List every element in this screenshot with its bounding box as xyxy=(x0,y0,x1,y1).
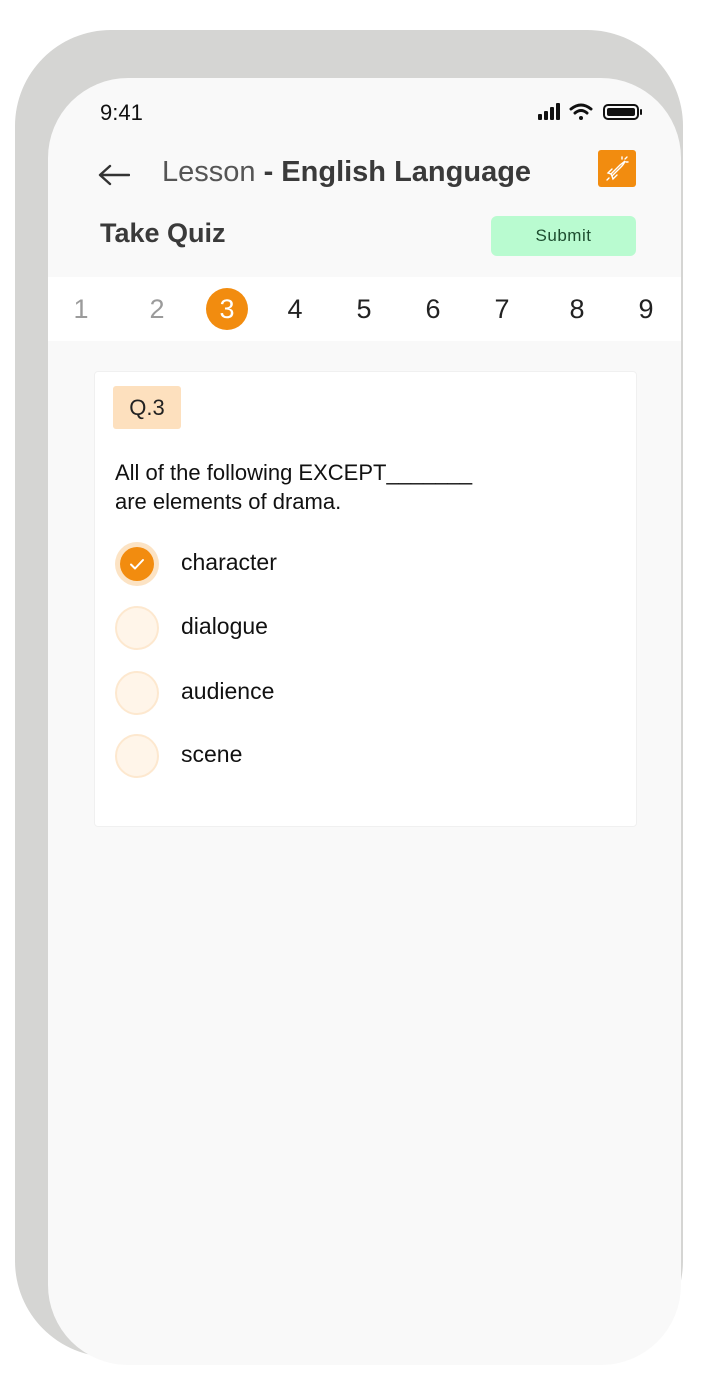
screen: 9:41 Lesson - English Language Take Quiz… xyxy=(48,78,681,1365)
title-subject: English Language xyxy=(281,156,532,188)
answer-option[interactable]: dialogue xyxy=(115,606,595,650)
status-time: 9:41 xyxy=(100,100,143,125)
title-prefix: Lesson xyxy=(162,156,256,188)
question-card: Q.3 All of the following EXCEPT_______ a… xyxy=(94,371,637,827)
radio-unchecked[interactable] xyxy=(115,606,159,650)
radio-unchecked[interactable] xyxy=(115,734,159,778)
question-text-line: All of the following EXCEPT_______ xyxy=(115,460,473,485)
wifi-icon xyxy=(569,103,593,120)
answer-option[interactable]: character xyxy=(115,542,595,586)
question-nav-item[interactable]: 5 xyxy=(342,277,386,341)
battery-icon xyxy=(603,104,642,120)
rocket-button[interactable] xyxy=(598,150,636,187)
answer-option[interactable]: scene xyxy=(115,734,595,778)
quiz-title: Take Quiz xyxy=(100,218,226,248)
question-text: All of the following EXCEPT_______ are e… xyxy=(115,458,535,516)
status-icons xyxy=(538,103,642,120)
radio-unchecked[interactable] xyxy=(115,671,159,715)
question-nav-item[interactable]: 8 xyxy=(555,277,599,341)
submit-button[interactable]: Submit xyxy=(491,216,636,256)
radio-checked[interactable] xyxy=(115,542,159,586)
question-nav-item[interactable]: 7 xyxy=(480,277,524,341)
arrow-left-icon[interactable] xyxy=(98,164,130,186)
radio-dot xyxy=(120,547,154,581)
question-nav-item[interactable]: 9 xyxy=(624,277,668,341)
answer-label: character xyxy=(181,549,277,575)
question-nav-item-active[interactable]: 3 xyxy=(205,277,249,341)
question-nav-item[interactable]: 4 xyxy=(273,277,317,341)
question-navigator: 1 2 3 4 5 6 7 8 9 xyxy=(48,277,681,341)
answer-option[interactable]: audience xyxy=(115,671,595,715)
check-icon xyxy=(130,559,144,570)
question-nav-item[interactable]: 2 xyxy=(135,277,179,341)
question-nav-item[interactable]: 6 xyxy=(411,277,455,341)
rocket-icon xyxy=(606,156,629,181)
header: Lesson - English Language xyxy=(48,150,681,200)
question-text-line: are elements of drama. xyxy=(115,489,342,514)
signal-icon xyxy=(538,103,560,120)
title-separator: - xyxy=(255,156,282,188)
answer-label: audience xyxy=(181,678,275,704)
question-badge: Q.3 xyxy=(113,386,181,429)
page-title: Lesson - English Language xyxy=(162,156,531,189)
answer-label: scene xyxy=(181,741,243,767)
question-nav-item[interactable]: 1 xyxy=(59,277,103,341)
answer-label: dialogue xyxy=(181,613,268,639)
phone-frame: 9:41 Lesson - English Language Take Quiz… xyxy=(15,30,683,1365)
